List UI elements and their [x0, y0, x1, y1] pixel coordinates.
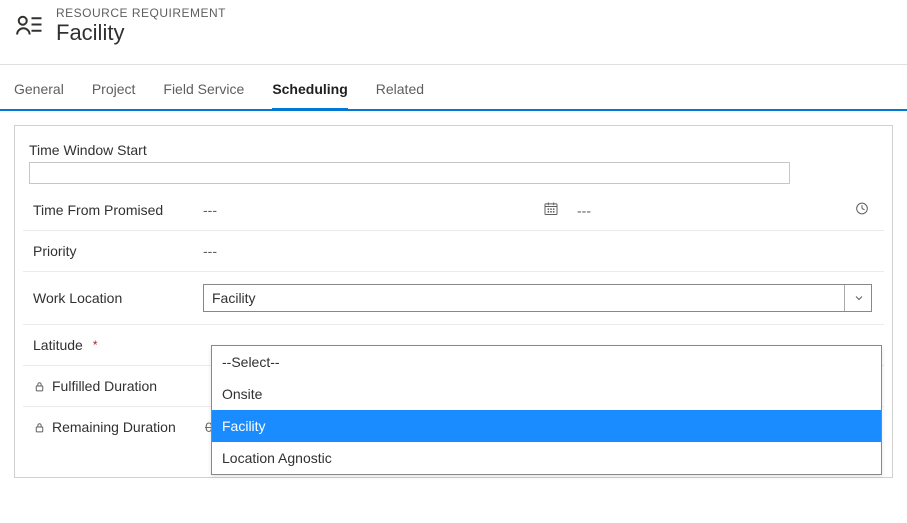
priority-row: Priority ---: [23, 231, 884, 272]
calendar-icon[interactable]: [543, 201, 559, 220]
work-location-option-select[interactable]: --Select--: [212, 346, 881, 378]
time-from-promised-label: Time From Promised: [33, 202, 203, 218]
work-location-option-facility[interactable]: Facility: [212, 410, 881, 442]
scheduling-form: Time Window Start Time From Promised ---…: [14, 125, 893, 478]
date-picker-group: ---: [543, 201, 591, 220]
tab-related[interactable]: Related: [376, 75, 424, 109]
work-location-row: Work Location Facility: [23, 272, 884, 325]
fulfilled-duration-label: Fulfilled Duration: [33, 378, 203, 394]
person-list-icon: [14, 6, 44, 42]
lock-icon: [33, 421, 46, 434]
latitude-label: Latitude *: [33, 337, 203, 353]
tab-general[interactable]: General: [14, 75, 64, 109]
work-location-dropdown: --Select-- Onsite Facility Location Agno…: [211, 345, 882, 475]
page-title: Facility: [56, 20, 226, 46]
fulfilled-duration-label-text: Fulfilled Duration: [52, 378, 157, 394]
entity-type-label: RESOURCE REQUIREMENT: [56, 6, 226, 20]
priority-value[interactable]: ---: [203, 243, 217, 259]
tab-scheduling[interactable]: Scheduling: [272, 75, 347, 109]
latitude-label-text: Latitude: [33, 337, 83, 353]
work-location-option-location-agnostic[interactable]: Location Agnostic: [212, 442, 881, 474]
time-window-start-label: Time Window Start: [23, 142, 884, 162]
required-indicator: *: [93, 338, 98, 352]
work-location-label: Work Location: [33, 290, 203, 306]
remaining-duration-label-text: Remaining Duration: [52, 419, 176, 435]
time-window-start-input[interactable]: [29, 162, 790, 184]
tab-bar: General Project Field Service Scheduling…: [0, 65, 907, 111]
time-from-promised-row: Time From Promised --- ---: [23, 190, 884, 231]
time-from-promised-value-left[interactable]: ---: [203, 202, 217, 218]
page-header: RESOURCE REQUIREMENT Facility: [0, 0, 907, 64]
work-location-selected: Facility: [212, 290, 256, 306]
tab-field-service[interactable]: Field Service: [163, 75, 244, 109]
time-from-promised-value-right[interactable]: ---: [577, 202, 591, 218]
chevron-down-icon: [844, 285, 865, 311]
clock-icon[interactable]: [854, 201, 870, 220]
lock-icon: [33, 380, 46, 393]
work-location-option-onsite[interactable]: Onsite: [212, 378, 881, 410]
priority-label: Priority: [33, 243, 203, 259]
header-text-group: RESOURCE REQUIREMENT Facility: [56, 6, 226, 46]
remaining-duration-label: Remaining Duration: [33, 419, 203, 435]
tab-project[interactable]: Project: [92, 75, 136, 109]
work-location-select[interactable]: Facility: [203, 284, 872, 312]
